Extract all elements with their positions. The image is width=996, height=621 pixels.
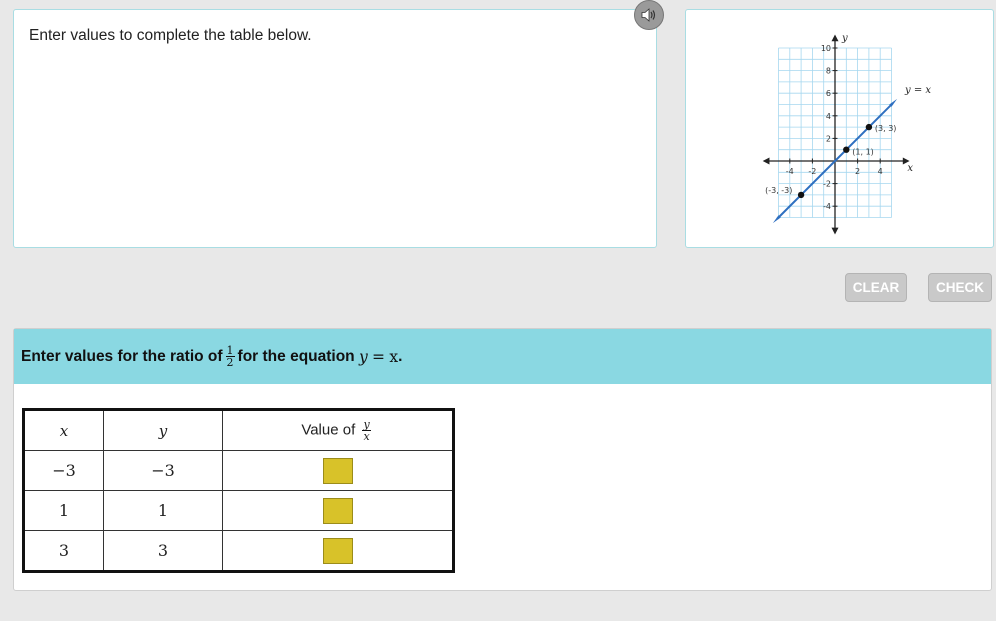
cell-y: 1	[103, 490, 223, 531]
table-row: 3 3	[23, 530, 454, 572]
x-tick-label: 4	[878, 167, 883, 176]
y-tick-label: 4	[826, 112, 831, 121]
cell-x: 1	[23, 490, 104, 531]
question-middle: for the equation	[237, 347, 355, 365]
check-button[interactable]: CHECK	[928, 273, 992, 302]
y-tick-label: 6	[826, 89, 831, 98]
ratio-fraction-den: 2	[225, 356, 235, 369]
prompt-text: Enter values to complete the table below…	[29, 27, 312, 44]
point-label: (-3, -3)	[765, 186, 792, 195]
ratio-table: x y Value of y x −3 −3 1 1 3 3	[22, 408, 455, 573]
ratio-fraction: 1 2	[225, 344, 235, 369]
question-prefix: Enter values for the ratio of	[21, 347, 223, 365]
header-x: x	[23, 409, 104, 451]
graph-y-equals-x: -4 -2 2 4 10 8 6 4 2 -2 -4 x y y = x (-3, -3) (1, 1) (3…	[762, 33, 931, 235]
question-header: Enter values for the ratio of 1 2 for th…	[14, 329, 991, 384]
y-tick-label: 8	[826, 67, 831, 76]
y-tick-label: 2	[826, 134, 831, 143]
answer-input[interactable]	[322, 537, 353, 564]
table-header-row: x y Value of y x	[23, 409, 454, 451]
point-marker	[797, 191, 805, 199]
clear-button[interactable]: CLEAR	[845, 273, 907, 302]
equation-rhs: x	[389, 347, 399, 366]
y-tick-label: -4	[823, 202, 831, 211]
question-suffix: .	[398, 347, 403, 365]
header-value-fraction: y x	[362, 418, 371, 443]
line-label: y = x	[904, 85, 931, 96]
prompt-panel: Enter values to complete the table below…	[13, 9, 657, 248]
x-tick-label: 2	[855, 167, 860, 176]
cell-y: 3	[103, 530, 223, 572]
x-tick-label: -2	[808, 167, 816, 176]
x-tick-label: -4	[786, 167, 794, 176]
header-value-label: Value of	[301, 421, 356, 439]
point-label: (3, 3)	[875, 124, 897, 133]
cell-value	[222, 450, 454, 491]
x-axis-label: x	[907, 163, 913, 174]
answer-input[interactable]	[322, 457, 353, 484]
point-marker	[843, 146, 850, 153]
speaker-icon	[641, 8, 656, 22]
graph-axes	[762, 34, 910, 235]
question-panel: Enter values for the ratio of 1 2 for th…	[13, 328, 992, 591]
y-axis-arrow	[831, 34, 839, 42]
graph-panel: -4 -2 2 4 10 8 6 4 2 -2 -4 x y y = x (-3, -3) (1, 1) (3…	[685, 9, 994, 248]
ratio-fraction-num: 1	[226, 344, 234, 357]
cell-value	[222, 490, 454, 531]
cell-y: −3	[103, 450, 223, 491]
cell-x: −3	[23, 450, 104, 491]
cell-value	[222, 530, 454, 572]
graph-tick-labels: -4 -2 2 4 10 8 6 4 2 -2 -4 x y	[786, 33, 914, 211]
point-label: (1, 1)	[852, 148, 874, 157]
header-value: Value of y x	[222, 409, 454, 451]
equation-lhs: y	[358, 347, 368, 366]
equation-op: =	[372, 347, 386, 366]
cell-x: 3	[23, 530, 104, 572]
line-arrow	[889, 98, 898, 107]
x-axis-arrow	[762, 157, 770, 165]
table-row: −3 −3	[23, 450, 454, 491]
y-axis-label: y	[841, 33, 848, 44]
table-row: 1 1	[23, 490, 454, 531]
audio-button[interactable]	[634, 0, 664, 30]
header-y: y	[103, 409, 223, 451]
point-marker	[865, 123, 873, 131]
y-tick-label: 10	[821, 44, 831, 53]
y-tick-label: -2	[823, 180, 831, 189]
answer-input[interactable]	[322, 497, 353, 524]
y-axis-arrow	[831, 227, 839, 235]
line-arrow	[772, 215, 781, 224]
